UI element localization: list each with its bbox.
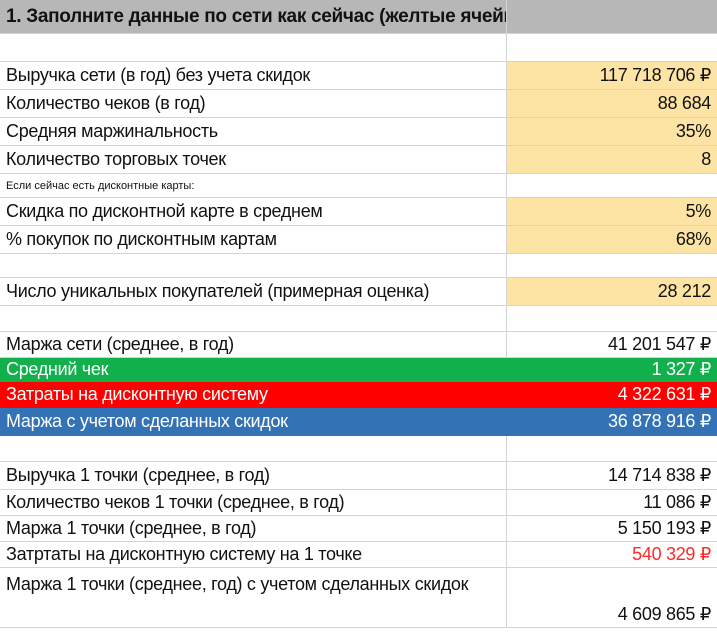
label-store-discount-cost[interactable]: Затртаты на дисконтную систему на 1 точк… — [0, 542, 507, 568]
row-avg-check: Средний чек 1 327 ₽ — [0, 358, 717, 382]
row-store-discount-cost: Затртаты на дисконтную систему на 1 точк… — [0, 542, 717, 568]
label-revenue[interactable]: Выручка сети (в год) без учета скидок — [0, 62, 507, 90]
value-network-margin[interactable]: 41 201 547 ₽ — [507, 332, 717, 358]
blank-cell[interactable] — [507, 254, 717, 278]
value-store-receipts[interactable]: 11 086 ₽ — [507, 490, 717, 516]
blank-row — [0, 34, 717, 62]
value-store-margin[interactable]: 5 150 193 ₽ — [507, 516, 717, 542]
blank-cell[interactable] — [507, 436, 717, 462]
row-margin-pct: Средняя маржинальность 35% — [0, 118, 717, 146]
header-row: 1. Заполните данные по сети как сейчас (… — [0, 0, 717, 34]
row-card-share: % покупок по дисконтным картам 68% — [0, 226, 717, 254]
input-stores[interactable]: 8 — [507, 146, 717, 174]
label-store-receipts[interactable]: Количество чеков 1 точки (среднее, в год… — [0, 490, 507, 516]
input-avg-discount[interactable]: 5% — [507, 198, 717, 226]
label-card-share[interactable]: % покупок по дисконтным картам — [0, 226, 507, 254]
label-avg-check[interactable]: Средний чек — [0, 358, 507, 382]
label-receipts[interactable]: Количество чеков (в год) — [0, 90, 507, 118]
blank-cell[interactable] — [0, 436, 507, 462]
value-margin-after[interactable]: 36 878 916 ₽ — [507, 408, 717, 436]
row-store-receipts: Количество чеков 1 точки (среднее, в год… — [0, 490, 717, 516]
header-blank-cell[interactable] — [507, 0, 717, 34]
label-store-revenue[interactable]: Выручка 1 точки (среднее, в год) — [0, 462, 507, 490]
label-margin-pct[interactable]: Средняя маржинальность — [0, 118, 507, 146]
label-store-margin[interactable]: Маржа 1 точки (среднее, в год) — [0, 516, 507, 542]
row-margin-after: Маржа с учетом сделанных скидок 36 878 9… — [0, 408, 717, 436]
row-network-margin: Маржа сети (среднее, в год) 41 201 547 ₽ — [0, 332, 717, 358]
input-unique-buyers[interactable]: 28 212 — [507, 278, 717, 306]
label-unique-buyers[interactable]: Число уникальных покупателей (примерная … — [0, 278, 507, 306]
blank-cell[interactable] — [507, 306, 717, 332]
label-stores[interactable]: Количество торговых точек — [0, 146, 507, 174]
blank-row — [0, 436, 717, 462]
spreadsheet: 1. Заполните данные по сети как сейчас (… — [0, 0, 717, 633]
value-store-discount-cost[interactable]: 540 329 ₽ — [507, 542, 717, 568]
value-discount-cost[interactable]: 4 322 631 ₽ — [507, 382, 717, 408]
blank-row — [0, 254, 717, 278]
row-discount-note: Если сейчас есть дисконтные карты: — [0, 174, 717, 198]
input-revenue[interactable]: 117 718 706 ₽ — [507, 62, 717, 90]
blank-cell[interactable] — [507, 174, 717, 198]
row-stores: Количество торговых точек 8 — [0, 146, 717, 174]
label-store-margin-after[interactable]: Маржа 1 точки (среднее, год) с учетом сд… — [0, 568, 507, 628]
label-discount-cost[interactable]: Затраты на дисконтную систему — [0, 382, 507, 408]
row-revenue: Выручка сети (в год) без учета скидок 11… — [0, 62, 717, 90]
row-unique-buyers: Число уникальных покупателей (примерная … — [0, 278, 717, 306]
blank-cell[interactable] — [0, 306, 507, 332]
value-store-revenue[interactable]: 14 714 838 ₽ — [507, 462, 717, 490]
label-margin-after[interactable]: Маржа с учетом сделанных скидок — [0, 408, 507, 436]
row-store-margin-after: Маржа 1 точки (среднее, год) с учетом сд… — [0, 568, 717, 628]
row-store-margin: Маржа 1 точки (среднее, в год) 5 150 193… — [0, 516, 717, 542]
header-title[interactable]: 1. Заполните данные по сети как сейчас (… — [0, 0, 507, 34]
input-margin-pct[interactable]: 35% — [507, 118, 717, 146]
value-avg-check[interactable]: 1 327 ₽ — [507, 358, 717, 382]
blank-cell[interactable] — [507, 34, 717, 62]
row-avg-discount: Скидка по дисконтной карте в среднем 5% — [0, 198, 717, 226]
input-card-share[interactable]: 68% — [507, 226, 717, 254]
row-discount-cost: Затраты на дисконтную систему 4 322 631 … — [0, 382, 717, 408]
discount-note[interactable]: Если сейчас есть дисконтные карты: — [0, 174, 507, 198]
blank-cell[interactable] — [0, 34, 507, 62]
label-avg-discount[interactable]: Скидка по дисконтной карте в среднем — [0, 198, 507, 226]
row-receipts: Количество чеков (в год) 88 684 — [0, 90, 717, 118]
row-store-revenue: Выручка 1 точки (среднее, в год) 14 714 … — [0, 462, 717, 490]
blank-row — [0, 306, 717, 332]
input-receipts[interactable]: 88 684 — [507, 90, 717, 118]
label-network-margin[interactable]: Маржа сети (среднее, в год) — [0, 332, 507, 358]
blank-cell[interactable] — [0, 254, 507, 278]
value-store-margin-after[interactable]: 4 609 865 ₽ — [507, 568, 717, 628]
